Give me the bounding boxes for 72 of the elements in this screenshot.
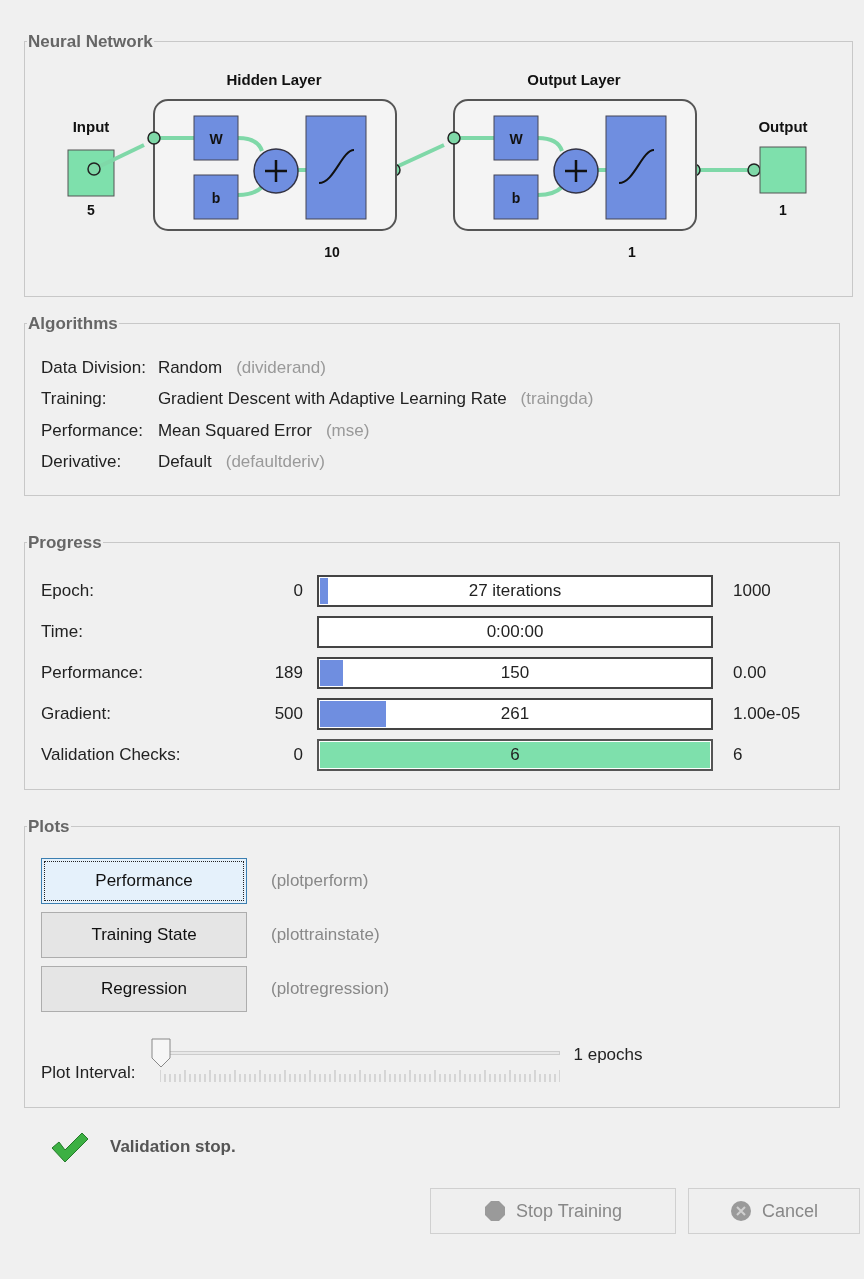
- progress-label: Epoch:: [41, 580, 95, 603]
- algorithm-function: (traingda): [520, 388, 594, 410]
- weight-block: W: [493, 115, 539, 160]
- algorithm-value: Gradient Descent with Adaptive Learning Rate: [157, 388, 507, 410]
- section-title: Progress: [27, 531, 103, 554]
- checkmark-icon: [50, 1130, 90, 1164]
- progress-text: 150: [499, 662, 531, 685]
- layer-size: 10: [324, 243, 340, 260]
- plot-function: (plotperform): [271, 869, 369, 892]
- connection-line: [537, 135, 564, 152]
- plot-function: (plotregression): [271, 977, 390, 1000]
- progress-text: 27 iterations: [467, 580, 563, 603]
- layer-title: Hidden Layer: [226, 70, 322, 88]
- progress-label: Time:: [41, 621, 84, 644]
- progress-text: 261: [499, 703, 531, 726]
- progress-text: 6: [509, 744, 521, 767]
- algorithm-label: Data Division:: [41, 356, 146, 379]
- plot-function: (plottrainstate): [271, 923, 380, 946]
- start-value: 189: [274, 662, 303, 685]
- plot-button[interactable]: Regression: [41, 965, 247, 1012]
- node-icon: [147, 130, 161, 145]
- start-value: 0: [293, 744, 303, 767]
- connection-line: [460, 135, 494, 140]
- progress-label: Validation Checks:: [41, 744, 182, 767]
- stop-icon: [483, 1200, 506, 1222]
- algorithm-function: (mse): [325, 419, 370, 442]
- output-size: 1: [779, 201, 787, 218]
- plot-button[interactable]: Training State: [41, 911, 247, 958]
- algorithm-value: Mean Squared Error: [157, 419, 312, 442]
- progress-label: Performance:: [41, 662, 145, 685]
- algorithm-function: (defaultderiv): [225, 451, 325, 473]
- input-size: 5: [87, 201, 95, 218]
- bias-block: b: [193, 174, 239, 219]
- weight-block: W: [193, 115, 239, 160]
- layer-size: 1: [628, 243, 636, 260]
- bias-block: b: [493, 174, 539, 219]
- node-icon: [447, 130, 461, 145]
- output-block: [759, 146, 807, 193]
- algorithm-label: Training:: [41, 388, 108, 410]
- start-value: 0: [293, 580, 303, 603]
- start-value: 500: [274, 703, 303, 726]
- algorithm-label: Derivative:: [41, 451, 123, 473]
- algorithm-label: Performance:: [41, 419, 145, 442]
- end-value: 6: [733, 744, 743, 767]
- section-title: Neural Network: [27, 31, 154, 53]
- connection-line: [537, 185, 564, 197]
- section-title: Plots: [27, 816, 71, 838]
- algorithm-value: Random: [157, 356, 223, 379]
- input-label: Input: [72, 117, 110, 135]
- progress-label: Gradient:: [41, 703, 112, 726]
- slider-thumb[interactable]: [149, 1037, 172, 1068]
- layer-title: Output Layer: [527, 70, 621, 88]
- connection-line: [160, 135, 194, 140]
- connection-line: [237, 185, 264, 197]
- end-value: 0.00: [733, 662, 767, 685]
- section-title: Algorithms: [27, 313, 119, 335]
- close-icon: [730, 1200, 752, 1222]
- progress-text: 0:00:00: [485, 621, 545, 644]
- slider-label: Plot Interval:: [41, 1061, 136, 1084]
- plot-interval-slider[interactable]: [149, 1037, 560, 1082]
- end-value: 1000: [733, 580, 771, 603]
- algorithm-function: (dividerand): [236, 356, 326, 379]
- algorithm-value: Default: [157, 451, 212, 473]
- end-value: 1.00e-05: [733, 703, 801, 726]
- output-label: Output: [758, 117, 808, 135]
- plot-button[interactable]: Performance: [41, 857, 247, 904]
- plus-icon: [553, 147, 599, 194]
- connection-line: [237, 135, 264, 152]
- input-block: [67, 149, 115, 196]
- slider-reading: 1 epochs: [573, 1043, 643, 1066]
- status-message: Validation stop.: [110, 1136, 236, 1159]
- plus-icon: [253, 147, 299, 194]
